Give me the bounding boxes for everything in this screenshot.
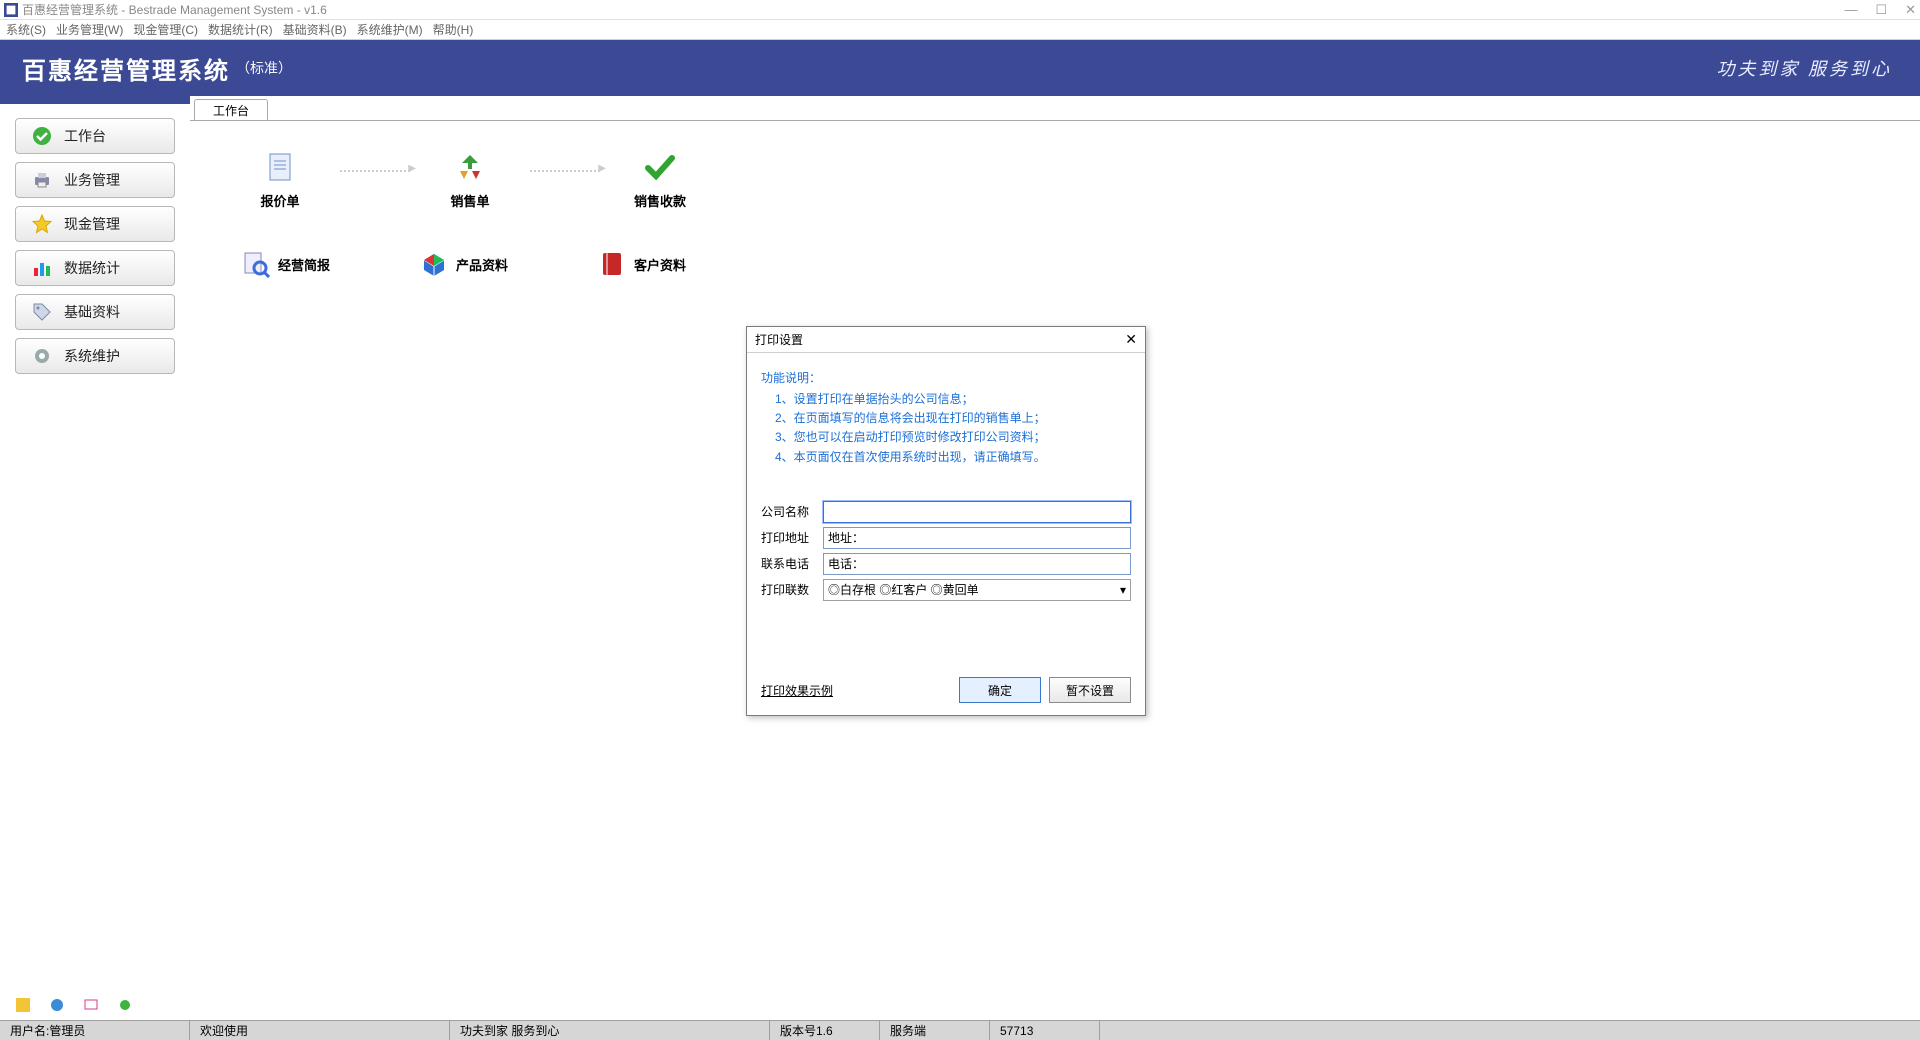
book-icon [598,250,626,278]
flow-arrow-icon [340,170,410,172]
sidebar-item-label: 系统维护 [64,346,120,366]
sidebar-item-stats[interactable]: 数据统计 [15,250,175,286]
sidebar-item-label: 业务管理 [64,170,120,190]
bottom-tool-icons [16,998,132,1012]
screen-icon[interactable] [84,998,98,1012]
sidebar-item-label: 工作台 [64,126,106,146]
sidebar-item-workbench[interactable]: 工作台 [15,118,175,154]
dialog-desc-line: 2、在页面填写的信息将会出现在打印的销售单上； [761,409,1131,428]
bars-icon [32,258,52,278]
info-icon[interactable] [50,998,64,1012]
menu-basedata[interactable]: 基础资料(B) [283,21,347,38]
minimize-button[interactable]: — [1844,2,1857,18]
dialog-desc-line: 4、本页面仅在首次使用系统时出现，请正确填写。 [761,448,1131,467]
close-window-button[interactable]: ✕ [1905,2,1916,18]
note-icon[interactable] [16,998,30,1012]
statusbar: 用户名:管理员 欢迎使用 功夫到家 服务到心 版本号1.6 服务端 57713 [0,1020,1920,1040]
quick-label: 经营简报 [278,255,330,274]
sidebar-item-cash[interactable]: 现金管理 [15,206,175,242]
sidebar: 工作台 业务管理 现金管理 数据统计 基础资料 系统维护 [0,96,190,1020]
status-slogan: 功夫到家 服务到心 [450,1021,770,1040]
dialog-desc-line: 1、设置打印在单据抬头的公司信息； [761,390,1131,409]
status-welcome: 欢迎使用 [190,1021,450,1040]
company-label: 公司名称 [761,503,817,520]
window-titlebar: 百惠经营管理系统 - Bestrade Management System - … [0,0,1920,20]
recycle-icon [454,151,486,183]
ok-button[interactable]: 确定 [959,677,1041,703]
phone-input[interactable] [823,553,1131,575]
app-icon [4,3,18,17]
menu-business[interactable]: 业务管理(W) [56,21,123,38]
quick-product[interactable]: 产品资料 [420,250,508,278]
dialog-title: 打印设置 [755,331,803,348]
copies-value: ◎白存根 ◎红客户 ◎黄回单 [828,581,979,598]
flow-arrow-icon [530,170,600,172]
menu-system[interactable]: 系统(S) [6,21,46,38]
flow-label: 销售收款 [610,191,710,210]
menu-maintain[interactable]: 系统维护(M) [357,21,423,38]
app-edition: （标准） [236,58,292,78]
company-input[interactable] [823,501,1131,523]
menu-help[interactable]: 帮助(H) [433,21,474,38]
sidebar-item-business[interactable]: 业务管理 [15,162,175,198]
flow-label: 销售单 [420,191,520,210]
app-banner: 百惠经营管理系统 （标准） 功夫到家 服务到心 [0,40,1920,96]
flow-label: 报价单 [230,191,330,210]
ok-circle-icon [32,126,52,146]
tab-label: 工作台 [213,102,249,119]
copies-select[interactable]: ◎白存根 ◎红客户 ◎黄回单 ▾ [823,579,1131,601]
tabstrip: 工作台 [190,95,1920,121]
quick-customer[interactable]: 客户资料 [598,250,686,278]
dialog-titlebar: 打印设置 ✕ [747,327,1145,353]
phone-label: 联系电话 [761,555,817,572]
quick-row: 经营简报 产品资料 客户资料 [230,250,1880,278]
flow-receipt[interactable]: 销售收款 [610,151,710,210]
maximize-button[interactable]: ☐ [1875,2,1887,18]
magnifier-icon [242,250,270,278]
tab-workbench[interactable]: 工作台 [194,99,268,121]
status-version: 版本号1.6 [770,1021,880,1040]
workflow-row: 报价单 销售单 销售收款 [230,151,1880,210]
chevron-down-icon: ▾ [1120,583,1126,597]
menu-cash[interactable]: 现金管理(C) [133,21,198,38]
address-input[interactable] [823,527,1131,549]
dialog-desc-line: 3、您也可以在启动打印预览时修改打印公司资料； [761,428,1131,447]
document-icon [264,151,296,183]
skip-button[interactable]: 暂不设置 [1049,677,1131,703]
star-icon [32,214,52,234]
sidebar-item-label: 现金管理 [64,214,120,234]
sidebar-item-basedata[interactable]: 基础资料 [15,294,175,330]
copies-label: 打印联数 [761,581,817,598]
close-icon[interactable]: ✕ [1125,331,1137,348]
menu-stats[interactable]: 数据统计(R) [208,21,273,38]
flow-sales[interactable]: 销售单 [420,151,520,210]
sidebar-item-label: 基础资料 [64,302,120,322]
status-dot-icon[interactable] [118,998,132,1012]
sidebar-item-label: 数据统计 [64,258,120,278]
printer-icon [32,170,52,190]
address-label: 打印地址 [761,529,817,546]
status-server: 服务端 [880,1021,990,1040]
check-icon [644,151,676,183]
quick-report[interactable]: 经营简报 [242,250,330,278]
banner-slogan: 功夫到家 服务到心 [1717,55,1893,81]
quick-label: 产品资料 [456,255,508,274]
quick-label: 客户资料 [634,255,686,274]
dialog-desc-title: 功能说明： [761,369,1131,386]
app-name: 百惠经营管理系统 [22,51,230,86]
box-icon [420,250,448,278]
status-user: 用户名:管理员 [0,1021,190,1040]
dialog-form: 公司名称 打印地址 联系电话 打印联数 ◎白存根 ◎红客户 ◎黄回单 ▾ [761,501,1131,601]
sidebar-item-maintain[interactable]: 系统维护 [15,338,175,374]
tag-icon [32,302,52,322]
print-example-link[interactable]: 打印效果示例 [761,682,833,699]
menubar: 系统(S) 业务管理(W) 现金管理(C) 数据统计(R) 基础资料(B) 系统… [0,20,1920,40]
status-port: 57713 [990,1021,1100,1040]
window-title: 百惠经营管理系统 - Bestrade Management System - … [22,1,1844,18]
flow-quote[interactable]: 报价单 [230,151,330,210]
gear-icon [32,346,52,366]
print-settings-dialog: 打印设置 ✕ 功能说明： 1、设置打印在单据抬头的公司信息； 2、在页面填写的信… [746,326,1146,716]
